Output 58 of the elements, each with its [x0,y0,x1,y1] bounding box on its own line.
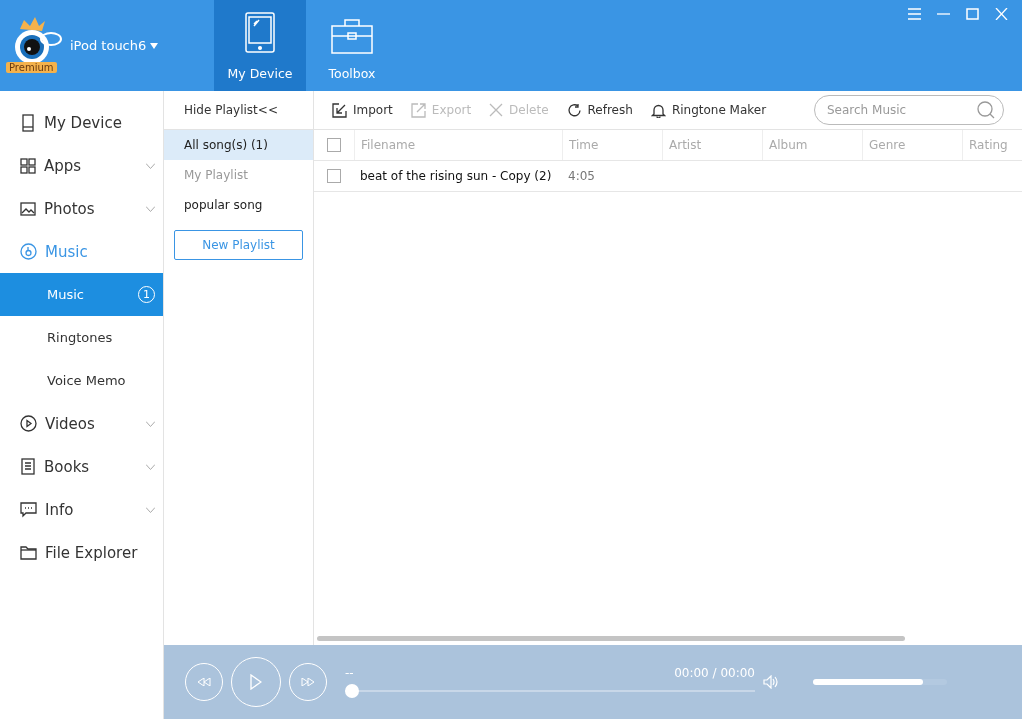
sidebar-item[interactable]: Info [0,488,163,531]
close-icon [489,103,504,117]
sidebar-item[interactable]: Photos [0,187,163,230]
fast-forward-icon [301,678,315,686]
toolbar-button[interactable]: Ringtone Maker [650,102,767,118]
table-cell-text: 4:05 [567,169,596,183]
sidebar-item[interactable]: Apps [0,144,163,187]
export-icon [410,102,426,118]
import-icon [332,102,347,118]
sidebar-item[interactable]: Videos [0,402,163,445]
caret-icon [150,42,159,49]
play-button[interactable] [231,657,281,707]
play-circle-icon [20,415,37,432]
table-cell-text: beat of the rising sun - Copy (2) [359,169,553,183]
chat-icon [20,501,37,518]
sidebar-item[interactable]: Books [0,445,163,488]
progress-thumb[interactable] [345,684,359,698]
chevron-icon [146,463,155,470]
rewind-icon [197,678,211,686]
chevron-icon [146,162,155,169]
chevron-icon [146,205,155,212]
sidebar-item[interactable]: My Device [0,101,163,144]
image-icon [20,200,36,217]
chevron-icon [146,506,155,513]
sidebar-item[interactable]: Voice Memo [0,359,163,402]
search-field[interactable]: Search Music [814,95,1004,125]
music-note-icon [20,243,37,260]
toolbar-button[interactable]: Import [332,102,393,118]
toolbar-button[interactable]: Refresh [566,102,633,118]
time-display: 00:00 / 00:00 [674,666,755,680]
track-title: -- [345,666,354,680]
grid-icon [20,157,36,174]
folder-icon [20,544,37,561]
speaker-icon[interactable] [763,675,779,689]
search-icon [977,101,995,119]
play-icon [250,674,262,690]
menu-icon[interactable] [908,8,921,20]
tablet-icon [244,12,276,54]
row-checkbox[interactable] [327,169,341,183]
premium-badge: Premium [6,61,57,73]
playlist-item[interactable]: All song(s) (1) [164,130,313,160]
sidebar-item[interactable]: Music 1 [0,273,163,316]
nav-tab[interactable]: My Device [214,0,306,91]
maximize-icon[interactable] [966,8,979,20]
scrollbar[interactable] [317,636,905,641]
phone-icon [20,113,36,132]
toolbox-icon [331,18,373,54]
close-icon[interactable] [995,8,1008,20]
book-icon [20,458,36,475]
sidebar-item[interactable]: File Explorer [0,531,163,574]
playlist-item[interactable]: popular song [164,190,313,220]
chevron-icon [146,420,155,427]
select-all-checkbox[interactable] [327,138,341,152]
sidebar-item[interactable]: Ringtones [0,316,163,359]
refresh-icon [566,102,582,118]
volume-track[interactable] [813,679,947,685]
volume-fill[interactable] [813,679,923,685]
bell-icon [650,102,666,118]
